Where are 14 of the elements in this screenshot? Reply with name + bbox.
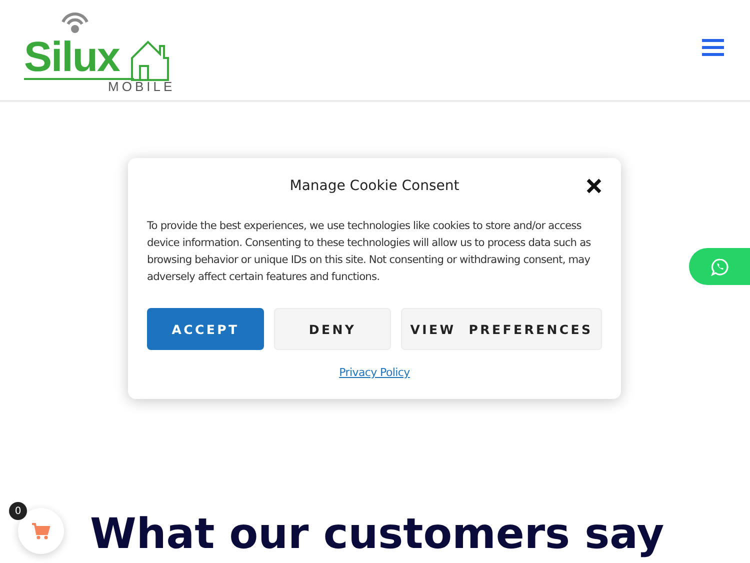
consent-button[interactable]: DENY xyxy=(274,308,391,350)
consent-button[interactable]: VIEW PREFERENCES xyxy=(401,308,602,350)
privacy-link[interactable]: Privacy Policy xyxy=(339,366,410,379)
dialog-title: Manage Cookie Consent xyxy=(290,178,460,194)
menu-icon[interactable] xyxy=(702,38,724,57)
section-heading: What our customers say xyxy=(90,510,664,558)
accept-button[interactable]: ACCEPT xyxy=(147,308,264,350)
cart-icon xyxy=(31,522,51,540)
close-icon[interactable] xyxy=(586,178,602,194)
consent-text: To provide the best experiences, we use technologies like cookies to store and/or access device information. Consenting to these technologies will allow us to process data such as browsing behavior or unique IDs on this site. Not consenting or withdrawing consent, may adversely affect certain features and functions. xyxy=(147,219,592,285)
whatsapp-icon xyxy=(711,258,729,276)
cart-count-badge: 0 xyxy=(9,502,27,520)
logo-tagline: MOBILE xyxy=(108,79,176,94)
logo-text: Silux xyxy=(24,36,120,78)
